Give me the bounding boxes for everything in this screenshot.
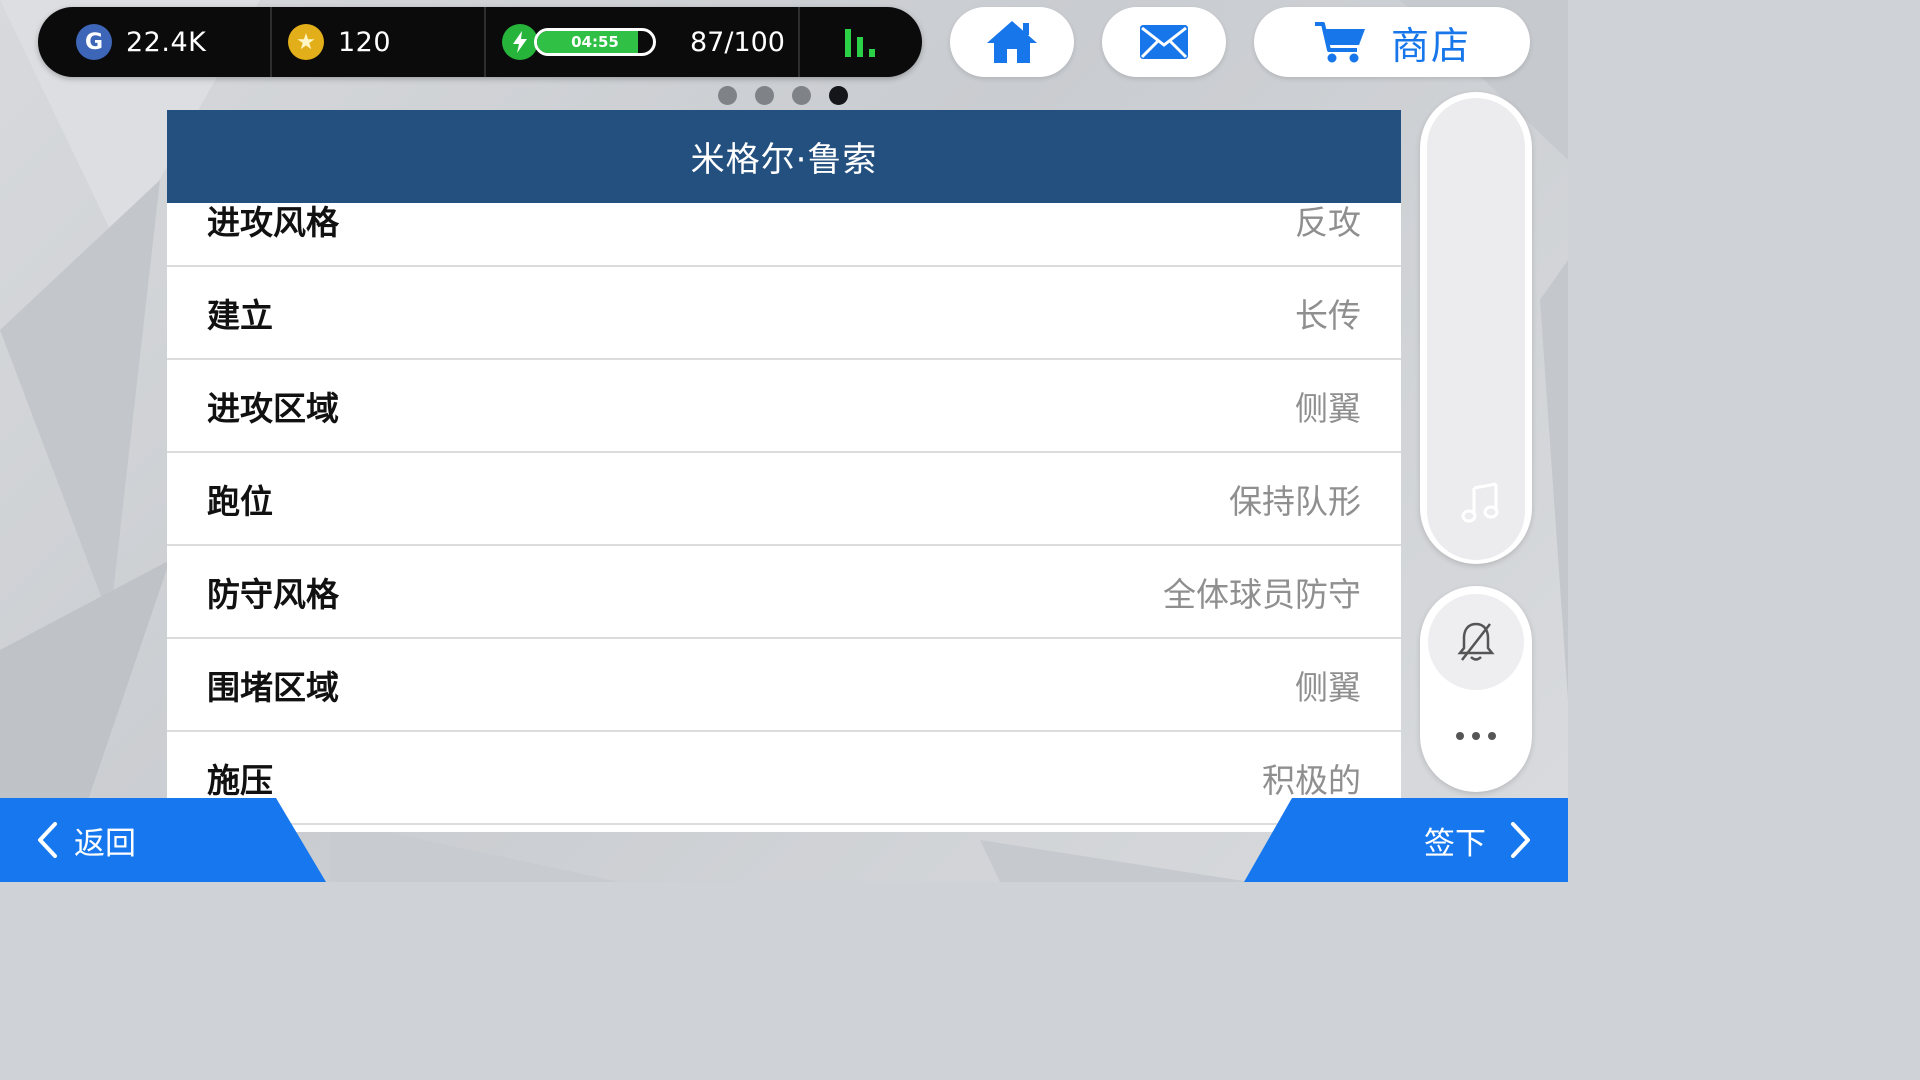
tactic-label: 防守风格 [207, 574, 339, 614]
back-button[interactable]: 返回 [0, 798, 326, 882]
shop-button[interactable]: 商店 [1254, 7, 1530, 77]
bar-chart-icon [845, 27, 875, 57]
energy-timer: 04:55 [571, 33, 619, 51]
bell-off-icon [1457, 622, 1495, 661]
page-indicator [718, 86, 848, 105]
more-options-icon[interactable] [1456, 732, 1496, 740]
tactic-row-pressure[interactable]: 施压 积极的 [167, 732, 1401, 825]
coin-icon: ★ [288, 24, 324, 60]
shopping-cart-icon [1314, 22, 1365, 63]
resource-bar: G 22.4K ★ 120 04:55 87/100 [38, 7, 922, 77]
home-icon [987, 21, 1037, 63]
side-rail-track [1427, 98, 1525, 560]
sign-button[interactable]: 签下 [1244, 798, 1568, 882]
tactic-value: 全体球员防守 [1163, 574, 1361, 614]
tactic-row-build-up[interactable]: 建立 长传 [167, 267, 1401, 360]
tactic-label: 建立 [207, 295, 273, 335]
energy-bolt-icon [502, 24, 538, 60]
page-dot[interactable] [792, 86, 811, 105]
coin-value: 120 [338, 26, 392, 58]
page-dot[interactable] [718, 86, 737, 105]
tactic-row-positioning[interactable]: 跑位 保持队形 [167, 453, 1401, 546]
tactic-value: 积极的 [1262, 760, 1361, 800]
page-dot[interactable] [755, 86, 774, 105]
tactic-row-defense-style[interactable]: 防守风格 全体球员防守 [167, 546, 1401, 639]
chevron-left-icon [38, 822, 57, 858]
energy-count: 87/100 [690, 26, 785, 58]
music-note-icon[interactable] [1461, 482, 1501, 524]
side-rail [1420, 92, 1532, 564]
tactics-panel: 进攻风格 反攻 建立 长传 进攻区域 侧翼 跑位 保持队形 防守风格 全体球员防… [167, 110, 1401, 832]
mute-notifications-button[interactable] [1428, 594, 1524, 690]
tactic-value: 侧翼 [1295, 667, 1361, 707]
g-currency-icon: G [76, 24, 112, 60]
energy-progress-bar: 04:55 [534, 28, 656, 56]
page-dot-active[interactable] [829, 86, 848, 105]
mail-button[interactable] [1102, 7, 1226, 77]
tactics-list[interactable]: 进攻风格 反攻 建立 长传 进攻区域 侧翼 跑位 保持队形 防守风格 全体球员防… [167, 174, 1401, 825]
tactic-label: 施压 [207, 760, 273, 800]
tactic-value: 侧翼 [1295, 388, 1361, 428]
g-currency[interactable]: G 22.4K [38, 7, 270, 77]
tactic-row-attack-area[interactable]: 进攻区域 侧翼 [167, 360, 1401, 453]
tactic-value: 长传 [1295, 295, 1361, 335]
energy[interactable]: 04:55 87/100 [484, 7, 798, 77]
manager-name-header: 米格尔·鲁索 [167, 110, 1401, 203]
mail-icon [1140, 25, 1188, 59]
chevron-right-icon [1511, 822, 1530, 858]
tactic-label: 围堵区域 [207, 667, 339, 707]
back-label: 返回 [74, 825, 136, 862]
coin-currency[interactable]: ★ 120 [270, 7, 484, 77]
g-currency-value: 22.4K [126, 26, 207, 58]
tactic-label: 进攻区域 [207, 388, 339, 428]
tactic-row-containment-area[interactable]: 围堵区域 侧翼 [167, 639, 1401, 732]
home-button[interactable] [950, 7, 1074, 77]
manager-name: 米格尔·鲁索 [690, 140, 878, 180]
shop-label: 商店 [1390, 23, 1471, 68]
tactic-label: 跑位 [207, 481, 273, 521]
stats-button[interactable] [798, 7, 922, 77]
tactic-value: 保持队形 [1229, 481, 1361, 521]
notification-rail [1420, 586, 1532, 792]
sign-label: 签下 [1424, 825, 1486, 862]
